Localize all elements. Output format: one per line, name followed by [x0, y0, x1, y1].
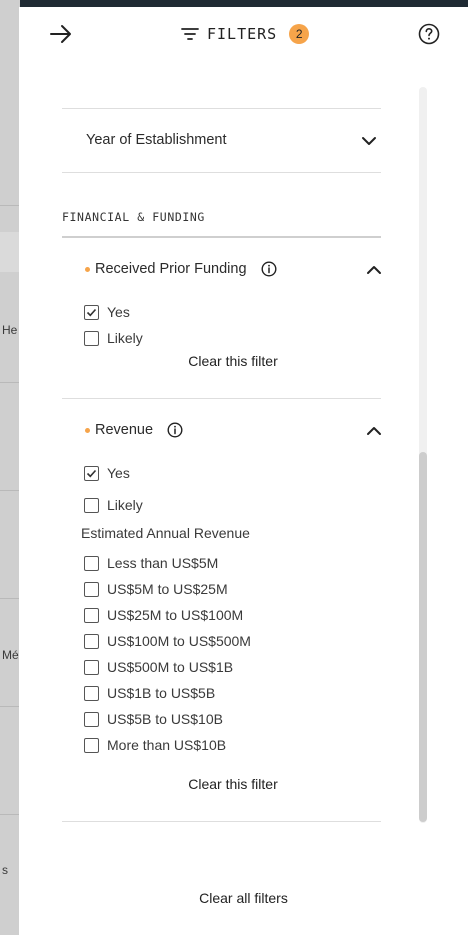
filter-lines-icon: [181, 28, 199, 40]
option-label: Yes: [107, 304, 130, 320]
background-row: [0, 232, 20, 272]
checkbox[interactable]: [84, 555, 99, 571]
info-icon[interactable]: [261, 261, 277, 277]
revenue-range-option[interactable]: Less than US$5M: [84, 553, 218, 573]
checkbox[interactable]: [84, 659, 99, 675]
filters-title: FILTERS 2: [181, 23, 310, 45]
help-button[interactable]: [418, 23, 440, 45]
option-label: US$100M to US$500M: [107, 633, 251, 649]
option-label: US$5M to US$25M: [107, 581, 228, 597]
checkbox[interactable]: [84, 607, 99, 623]
year-of-establishment-accordion[interactable]: Year of Establishment: [62, 127, 381, 155]
revenue-range-option[interactable]: US$1B to US$5B: [84, 683, 215, 703]
revenue-range-option[interactable]: US$25M to US$100M: [84, 605, 243, 625]
checkbox-checked[interactable]: [84, 304, 99, 320]
filters-title-text: FILTERS: [207, 25, 278, 43]
revenue-range-option[interactable]: More than US$10B: [84, 735, 226, 755]
option-label: Less than US$5M: [107, 555, 219, 571]
scrollbar-thumb[interactable]: [419, 452, 427, 822]
close-panel-button[interactable]: [49, 23, 73, 45]
background-page: He Méx s: [0, 0, 20, 935]
info-icon[interactable]: [167, 422, 183, 438]
prior-funding-label: Received Prior Funding: [95, 261, 247, 277]
option-label: More than US$10B: [107, 737, 227, 753]
divider: [62, 398, 381, 399]
revenue-collapse-button[interactable]: [362, 417, 386, 445]
checkbox[interactable]: [84, 497, 99, 513]
estimated-annual-revenue-label: Estimated Annual Revenue: [81, 525, 250, 541]
background-text: s: [2, 863, 8, 877]
active-filter-count-badge: 2: [289, 24, 310, 44]
option-label: Likely: [107, 330, 143, 346]
section-label: FINANCIAL & FUNDING: [62, 210, 205, 224]
panel-header: FILTERS 2: [19, 7, 468, 65]
background-divider: [0, 706, 20, 707]
revenue-range-option[interactable]: US$100M to US$500M: [84, 631, 251, 651]
question-circle-icon: [418, 23, 440, 45]
checkbox[interactable]: [84, 711, 99, 727]
background-divider: [0, 490, 20, 491]
option-label: US$25M to US$100M: [107, 607, 244, 623]
section-divider: [62, 236, 381, 238]
revenue-title: Revenue: [85, 419, 183, 441]
active-dot-icon: [85, 266, 90, 272]
checkbox[interactable]: [84, 685, 99, 701]
prior-funding-collapse-button[interactable]: [362, 256, 386, 284]
option-label: Yes: [107, 465, 130, 481]
option-label: Likely: [107, 497, 143, 513]
divider: [62, 821, 381, 822]
prior-funding-option-yes[interactable]: Yes: [84, 302, 130, 322]
divider: [62, 172, 381, 173]
chevron-up-icon: [367, 266, 381, 274]
filters-panel: FILTERS 2 Year of Establishment FINANCIA…: [19, 7, 468, 935]
option-label: US$500M to US$1B: [107, 659, 234, 675]
checkbox-checked[interactable]: [84, 465, 99, 481]
revenue-option-yes[interactable]: Yes: [84, 463, 130, 483]
checkbox[interactable]: [84, 633, 99, 649]
revenue-label: Revenue: [95, 422, 154, 438]
chevron-up-icon: [367, 427, 381, 435]
clear-prior-funding-button[interactable]: Clear this filter: [62, 353, 404, 369]
background-divider: [0, 205, 20, 206]
revenue-range-option[interactable]: US$5M to US$25M: [84, 579, 228, 599]
prior-funding-option-likely[interactable]: Likely: [84, 328, 143, 348]
checkbox[interactable]: [84, 330, 99, 346]
background-divider: [0, 814, 20, 815]
background-divider: [0, 382, 20, 383]
checkbox[interactable]: [84, 737, 99, 753]
arrow-right-icon: [50, 25, 71, 43]
prior-funding-title: Received Prior Funding: [85, 258, 277, 280]
divider: [62, 108, 381, 109]
clear-revenue-button[interactable]: Clear this filter: [62, 776, 404, 792]
checkbox[interactable]: [84, 581, 99, 597]
chevron-down-icon: [362, 137, 376, 145]
option-label: US$1B to US$5B: [107, 685, 216, 701]
background-text: He: [2, 323, 18, 337]
background-divider: [0, 598, 20, 599]
background-text: Méx: [2, 648, 20, 662]
revenue-option-likely[interactable]: Likely: [84, 495, 143, 515]
revenue-range-option[interactable]: US$500M to US$1B: [84, 657, 233, 677]
active-dot-icon: [85, 427, 90, 433]
option-label: US$5B to US$10B: [107, 711, 223, 727]
background-top-bar: [0, 0, 468, 7]
accordion-label: Year of Establishment: [86, 132, 227, 148]
clear-all-filters-button[interactable]: Clear all filters: [19, 890, 468, 906]
revenue-range-option[interactable]: US$5B to US$10B: [84, 709, 223, 729]
